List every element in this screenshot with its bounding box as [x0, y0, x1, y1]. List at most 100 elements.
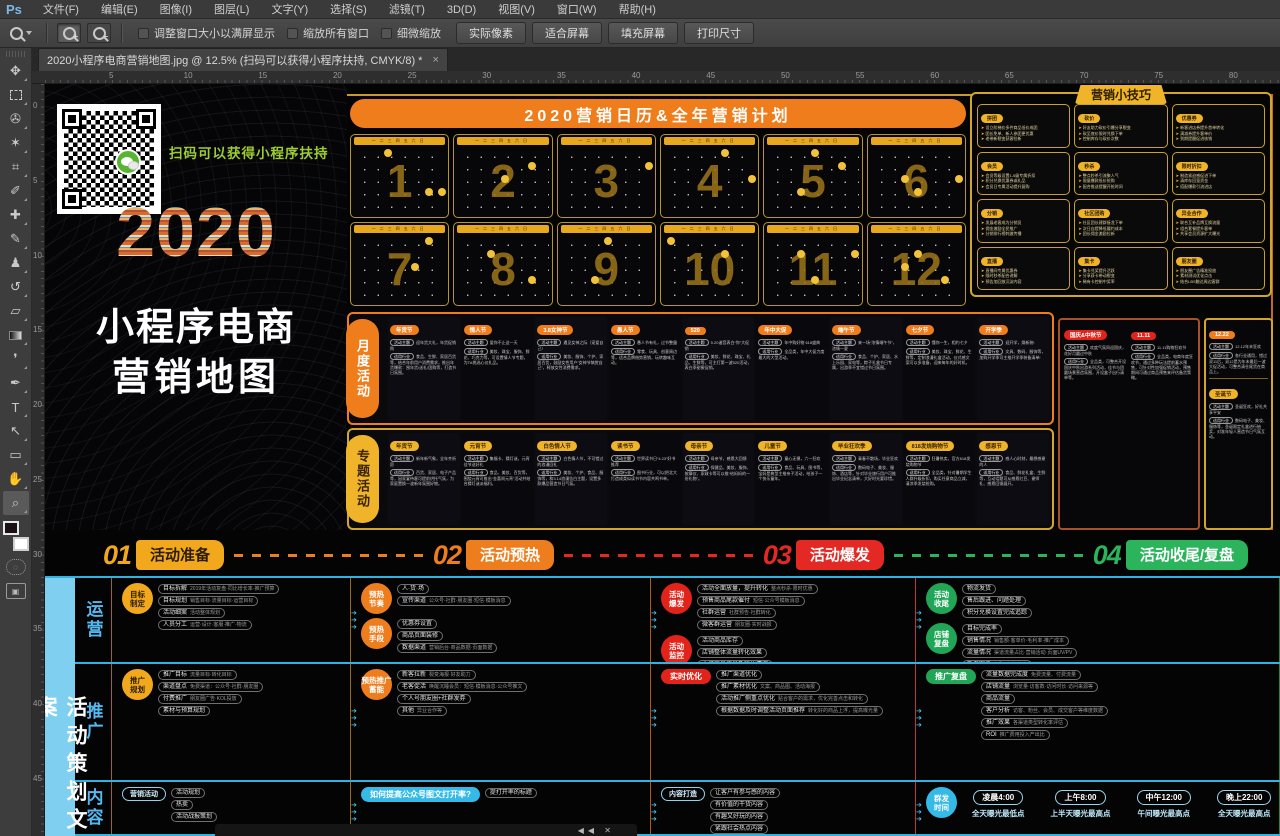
mindmap-item: 店铺流量浏览量·访客数·访问时长·访问来源等 [981, 682, 1098, 692]
hand-tool[interactable]: ✋ [3, 467, 29, 491]
phase-banner: 活动预热 [466, 540, 554, 570]
clone-stamp-tool[interactable]: ♟ [3, 251, 29, 275]
tip-card: 秒杀整点秒杀引流聚人气限量爆款低价抢购配合推送提醒开抢时间 [1074, 152, 1167, 196]
menu-item[interactable]: 编辑(E) [90, 4, 149, 16]
mindmap-item: 素材与预算规划 [158, 706, 210, 716]
send-time-cell: 凌晨4:00全天曝光最低点 [972, 787, 1025, 819]
activity-card: 读书节活动主题世界读书日“4.23”好书推荐适用行业图书行业，可以把北大打造成类… [609, 433, 681, 525]
zoom-tool[interactable]: ⌕ [3, 491, 29, 515]
mindmap-item: 活动战报策划 [171, 812, 217, 822]
tip-label: 优惠券 [1176, 114, 1203, 123]
menu-item[interactable]: 帮助(H) [608, 4, 667, 16]
background-color-swatch[interactable] [13, 537, 29, 551]
mindmap-items: 新客拉新裂变海报·好友助力老客促活唤醒沉睡会员：短信·模板消息·公众号推文个人号… [397, 669, 527, 717]
mindmap-item: 主推商品流量及转化情况 [697, 660, 773, 662]
pen-tool[interactable]: ✒ [3, 371, 29, 395]
view-button-实际像素[interactable]: 实际像素 [456, 22, 526, 44]
menu-item[interactable]: 3D(D) [436, 4, 487, 16]
theme-key: 活动主题 [390, 455, 414, 462]
move-tool[interactable]: ✥ [3, 59, 29, 83]
calendar-weekday-header: 一二三四五六日 [354, 137, 445, 145]
menu-item[interactable]: 选择(S) [319, 4, 378, 16]
tool-options-bar: + − 调整窗口大小以满屏显示缩放所有窗口细微缩放 实际像素适合屏幕填充屏幕打印… [0, 19, 1280, 48]
checkbox-box[interactable] [138, 28, 149, 39]
holiday-pill: 国庆&中秋节 [1064, 330, 1107, 340]
calendar-month-card: 一二三四五六日3 [557, 134, 656, 218]
tool-flyout-arrow [24, 174, 27, 177]
activity-industry: 适用行业美妆、服饰、个护、家居百货，鼓励女性用户“女神节犒赏自己”，释放女性消费… [537, 353, 605, 370]
document-tab[interactable]: 2020小程序电商营销地图.jpg @ 12.5% (扫码可以获得小程序扶持, … [38, 48, 448, 71]
phase-strip: 01活动准备02活动预热03活动爆发04活动收尾/复盘 [103, 536, 1248, 574]
industry-key: 适用行业 [1209, 417, 1233, 424]
magic-wand-tool[interactable]: ✶ [3, 131, 29, 155]
mindmap-group: 活动 爆发活动全面放量，提升转化整点秒杀·限时优惠预售商品尾款催付短信·公众号模… [661, 583, 909, 631]
industry-key: 适用行业 [832, 353, 856, 360]
horizontal-ruler[interactable]: 5101520253035404550556065707580 [32, 71, 1280, 84]
lasso-tool[interactable]: ✇ [3, 107, 29, 131]
menu-item[interactable]: 滤镜(T) [378, 4, 436, 16]
gradient-tool[interactable] [3, 323, 29, 347]
current-tool-indicator[interactable] [6, 27, 36, 40]
activity-card: 端午节活动主题来一场“浓情端午节”，浓情一夏适用行业食品、个护、家居、水上乐园、… [830, 317, 902, 420]
checkbox-box[interactable] [381, 28, 392, 39]
eraser-tool[interactable]: ▱ [3, 299, 29, 323]
industry-key: 适用行业 [685, 464, 709, 471]
mindmap-badge: 目标 制定 [122, 583, 153, 614]
mindmap-item: 有价值的干货内容 [710, 800, 768, 810]
type-tool[interactable]: T [3, 395, 29, 419]
calendar-month-number: 6 [868, 145, 965, 217]
tip-card: 优惠券新客进店券提升首单转化满减券提升客单价到期提醒促进核销 [1172, 104, 1265, 148]
option-checkbox[interactable]: 缩放所有窗口 [287, 25, 369, 41]
vertical-ruler[interactable]: 051015202530354045 [32, 84, 45, 836]
activity-title: 年中大促 [758, 325, 792, 335]
panel-grip[interactable] [6, 51, 26, 57]
bottom-strip[interactable]: ◀◀ ✕ [215, 824, 637, 836]
zoom-in-button[interactable]: + [57, 23, 81, 43]
quick-mask-icon[interactable]: ◌ [6, 559, 26, 575]
color-swatches[interactable] [3, 521, 29, 551]
brush-tool[interactable]: ✎ [3, 227, 29, 251]
industry-key: 适用行业 [685, 353, 709, 360]
view-button-填充屏幕[interactable]: 填充屏幕 [608, 22, 678, 44]
menu-item[interactable]: 文件(F) [32, 4, 90, 16]
send-time-cell: 中午12:00午间曝光最高点 [1137, 787, 1191, 819]
activity-card: 母亲节活动主题母亲节，感恩大回馈适用行业保健品、美妆、服饰、按摩仪、家政卡等可以… [683, 433, 755, 525]
path-selection-tool[interactable]: ↖ [3, 419, 29, 443]
view-button-打印尺寸[interactable]: 打印尺寸 [684, 22, 754, 44]
menu-item[interactable]: 图层(L) [203, 4, 260, 16]
industry-key: 适用行业 [906, 469, 930, 476]
document-canvas[interactable]: 扫码可以获得小程序扶持 2020 小程序电商 营销地图 2020营销日历&全年营… [45, 84, 1280, 836]
industry-key: 适用行业 [537, 469, 561, 476]
option-checkbox[interactable]: 细微缩放 [381, 25, 441, 41]
mindmap-item: 紧跟社会热点内容 [710, 824, 768, 834]
activity-theme: 活动主题青春不散场，毕业狂欢 [832, 455, 900, 462]
menu-item[interactable]: 窗口(W) [546, 4, 608, 16]
close-icon[interactable]: × [432, 54, 438, 66]
crop-tool[interactable]: ⌗ [3, 155, 29, 179]
blur-tool[interactable]: ❜ [3, 347, 29, 371]
foreground-color-swatch[interactable] [3, 521, 19, 535]
calendar-weekday-header: 一二三四五六日 [767, 137, 858, 145]
healing-brush-tool[interactable]: ✚ [3, 203, 29, 227]
phase-column-2: 预热 节奏人·货·场宣传渠道公众号·社群·朋友圈·短信·模板消息预热 手段优惠券… [351, 578, 651, 662]
divider [1209, 378, 1268, 379]
activity-card: 开学季活动主题迎开学，焕新装!适用行业文具、数码、服饰等，加购开学季可主推开学季… [977, 317, 1049, 420]
calendar-highlight-date [411, 263, 419, 271]
qr-finder [136, 109, 156, 129]
history-brush-tool[interactable]: ↺ [3, 275, 29, 299]
menu-item[interactable]: 文字(Y) [260, 4, 319, 16]
rectangular-marquee-tool[interactable] [3, 83, 29, 107]
shape-tool[interactable]: ▭ [3, 443, 29, 467]
eyedropper-tool[interactable]: ✐ [3, 179, 29, 203]
menu-item[interactable]: 图像(I) [149, 4, 203, 16]
screen-mode-icon[interactable]: ▣ [6, 583, 26, 599]
document-tab-bar: 2020小程序电商营销地图.jpg @ 12.5% (扫码可以获得小程序扶持, … [32, 48, 1280, 71]
menu-item[interactable]: 视图(V) [487, 4, 546, 16]
view-button-适合屏幕[interactable]: 适合屏幕 [532, 22, 602, 44]
checkbox-box[interactable] [287, 28, 298, 39]
zoom-out-button[interactable]: − [87, 23, 111, 43]
mindmap-item: 目标完成率 [962, 624, 1002, 634]
mindmap-group: 如何提高公众号图文打开率?提打开率的标题 [361, 787, 644, 802]
option-checkbox[interactable]: 调整窗口大小以满屏显示 [138, 25, 275, 41]
industry-key: 适用行业 [390, 353, 414, 360]
